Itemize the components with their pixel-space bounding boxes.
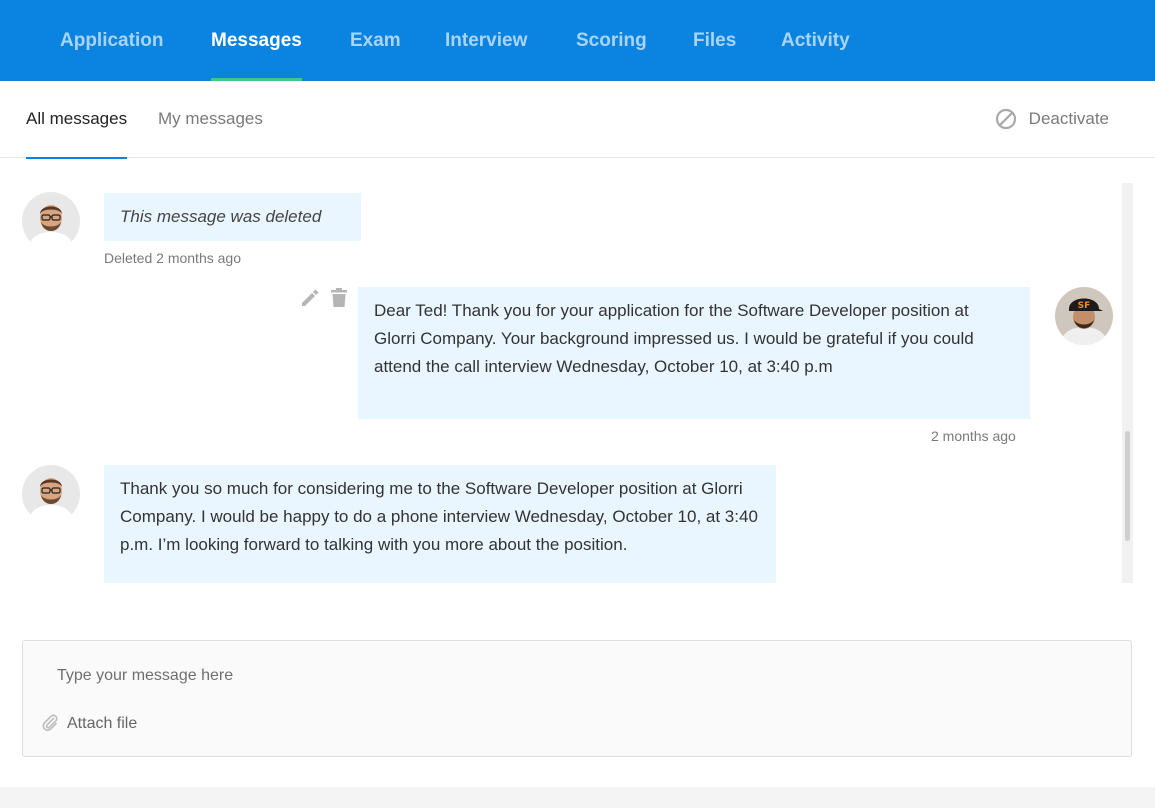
candidate-avatar [22, 192, 80, 250]
message-input[interactable] [57, 663, 1097, 689]
tab-messages[interactable]: Messages [211, 0, 302, 81]
message-timestamp: Deleted 2 months ago [104, 250, 241, 266]
paperclip-icon [41, 713, 59, 736]
message-bubble-outgoing: Dear Ted! Thank you for your application… [358, 287, 1030, 419]
tab-activity[interactable]: Activity [781, 0, 850, 81]
edit-icon[interactable] [299, 287, 321, 314]
scrollbar-thumb[interactable] [1125, 431, 1130, 541]
message-timestamp: 2 months ago [931, 428, 1016, 444]
candidate-avatar [22, 465, 80, 523]
top-nav: Application Messages Exam Interview Scor… [0, 0, 1155, 81]
trash-icon[interactable] [329, 287, 349, 314]
deactivate-button[interactable]: Deactivate [995, 105, 1109, 133]
subtab-my-messages[interactable]: My messages [158, 81, 263, 158]
message-filter-tabs: All messages My messages Deactivate [0, 81, 1155, 159]
message-bubble-deleted: This message was deleted [104, 193, 361, 241]
tab-interview[interactable]: Interview [445, 0, 527, 81]
ban-icon [995, 108, 1017, 130]
subtab-all-messages[interactable]: All messages [26, 81, 128, 159]
message-composer: Attach file [22, 640, 1132, 757]
message-thread[interactable]: This message was deleted Deleted 2 month… [0, 183, 1134, 583]
recruiter-avatar: SF [1055, 287, 1113, 345]
messages-panel: All messages My messages Deactivate This… [0, 81, 1155, 787]
svg-text:SF: SF [1078, 301, 1091, 311]
attach-file-label: Attach file [67, 715, 138, 732]
message-thread-scrollbar[interactable] [1122, 183, 1133, 583]
tab-scoring[interactable]: Scoring [576, 0, 647, 81]
tab-files[interactable]: Files [693, 0, 736, 81]
message-bubble-incoming: Thank you so much for considering me to … [104, 465, 776, 583]
tab-exam[interactable]: Exam [350, 0, 401, 81]
deactivate-label: Deactivate [1028, 109, 1109, 128]
tab-application[interactable]: Application [60, 0, 163, 81]
attach-file-button[interactable]: Attach file [41, 713, 137, 735]
